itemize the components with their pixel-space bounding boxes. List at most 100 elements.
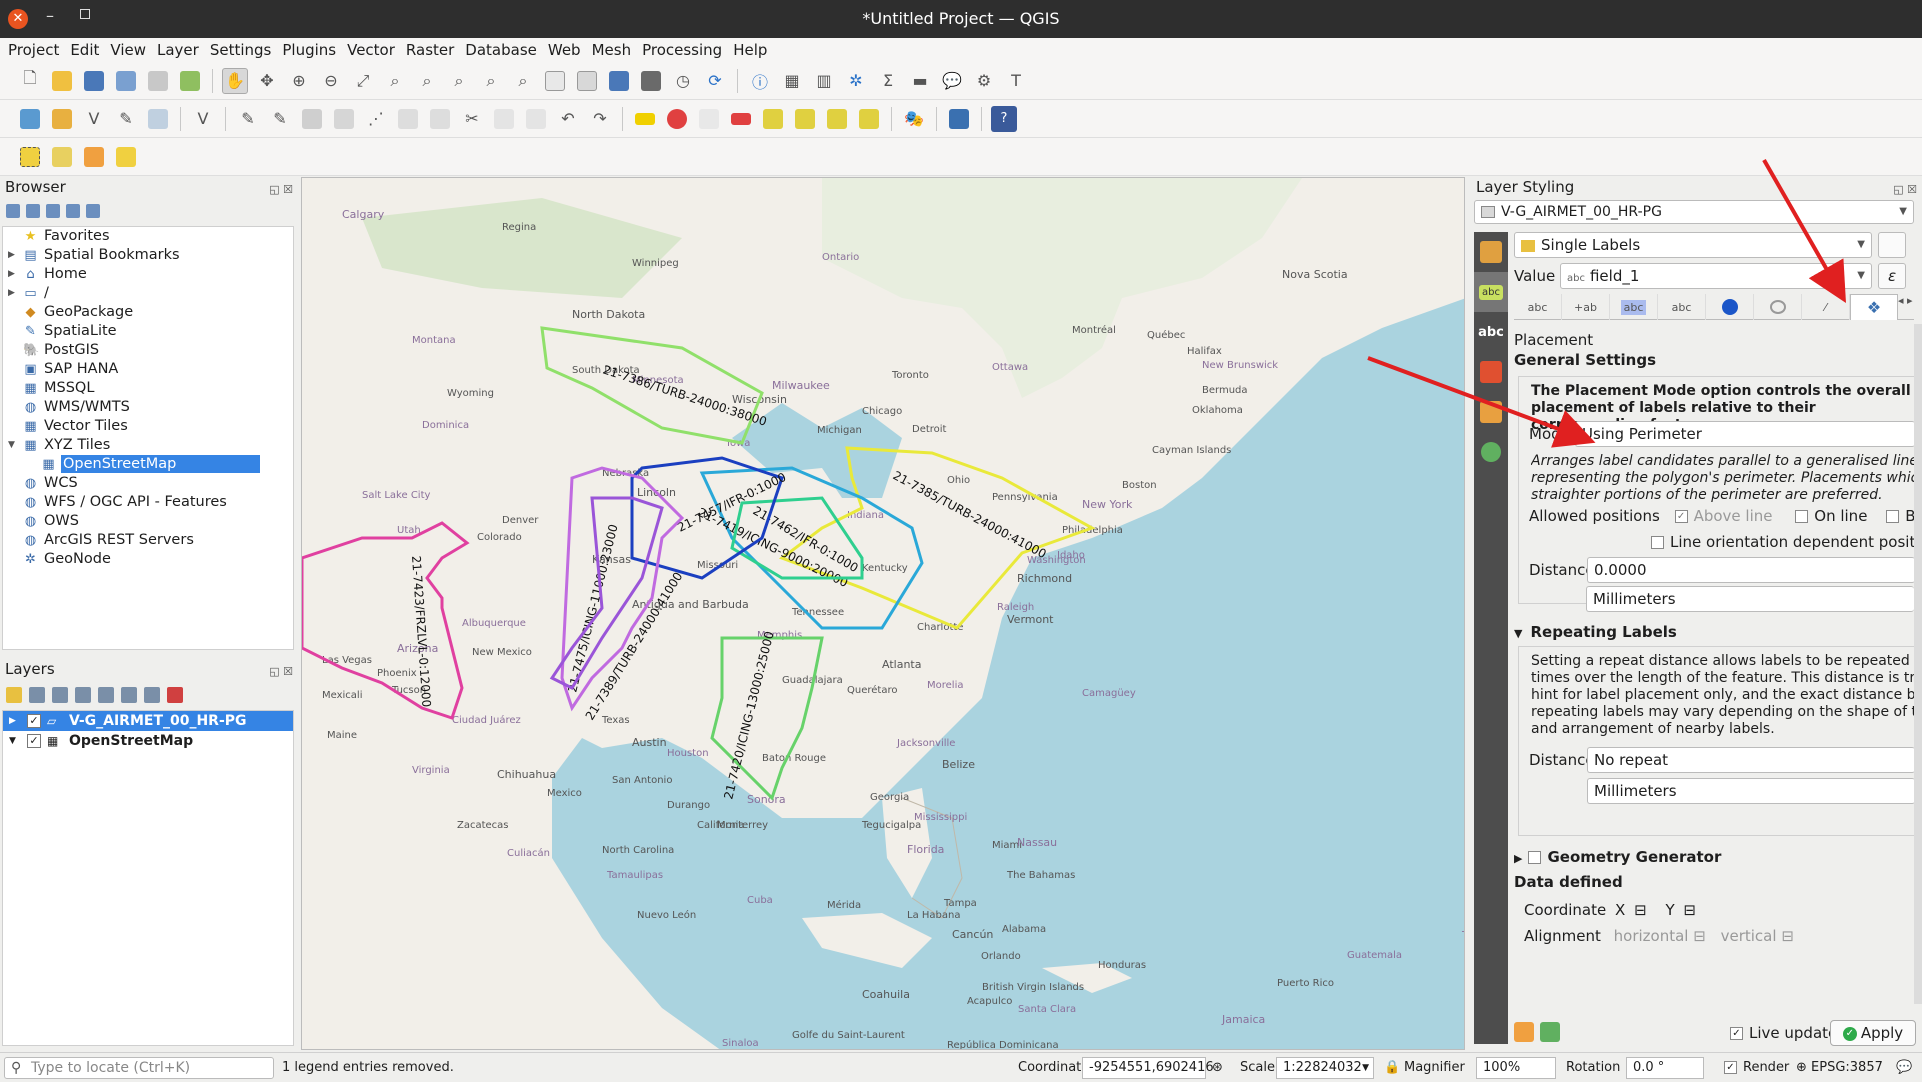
add-feature-icon[interactable]	[331, 106, 357, 132]
filter-expression-icon[interactable]	[98, 687, 114, 703]
new-map-view-icon[interactable]	[542, 68, 568, 94]
browser-item[interactable]: ◍ WCS	[3, 474, 293, 493]
browser-item[interactable]: ▦ Vector Tiles	[3, 417, 293, 436]
pin-labels-icon[interactable]	[696, 106, 722, 132]
browser-item[interactable]: ▶ ▤ Spatial Bookmarks	[3, 246, 293, 265]
collapse-all-icon[interactable]	[66, 204, 80, 218]
browser-item[interactable]: ◆ GeoPackage	[3, 303, 293, 322]
add-group-icon[interactable]	[29, 687, 45, 703]
menu-item[interactable]: Mesh	[588, 41, 636, 59]
browser-item[interactable]: ▶ ⌂ Home	[3, 265, 293, 284]
browser-item[interactable]: ◍ WFS / OGC API - Features	[3, 493, 293, 512]
magnifier-field[interactable]: 100%	[1476, 1057, 1556, 1079]
apply-button[interactable]: ✓ Apply	[1830, 1020, 1916, 1046]
browser-tree[interactable]: ★ Favorites ▶ ▤ Spatial Bookmarks ▶ ⌂ Home ▶ ▭ / ◆ G…	[2, 226, 294, 650]
checkbox-icon[interactable]	[1795, 510, 1809, 523]
copy-features-icon[interactable]	[491, 106, 517, 132]
styling-scrollbar[interactable]	[1914, 324, 1922, 1004]
expand-arrow-icon[interactable]: ▶	[8, 265, 15, 284]
browser-item[interactable]: ▦ MSSQL	[3, 379, 293, 398]
print-layout-icon[interactable]	[145, 68, 171, 94]
expand-arrow-icon[interactable]: ▶	[9, 711, 16, 731]
checkbox-checked-icon[interactable]: ✓	[1674, 510, 1688, 523]
messages-icon[interactable]: 💬	[1896, 1057, 1912, 1079]
menu-item[interactable]: Database	[461, 41, 541, 59]
checkbox-icon[interactable]	[1886, 510, 1900, 523]
map-canvas[interactable]: Calgary Regina Winnipeg Ontario Québec North …	[301, 177, 1465, 1050]
expand-arrow-icon[interactable]: ▼	[9, 731, 16, 751]
panel-float-close-icon[interactable]: ◱ ☒	[269, 179, 293, 201]
collapse-arrow-icon[interactable]: ▼	[1514, 627, 1522, 640]
browser-item[interactable]: ★ Favorites	[3, 227, 293, 246]
select-features-icon[interactable]	[17, 144, 43, 170]
collapse-arrow-icon[interactable]: ▼	[8, 436, 15, 455]
scale-field[interactable]: 1:22824032 ▼	[1276, 1057, 1374, 1079]
layer-item[interactable]: ▼ ✓ ▦ OpenStreetMap	[3, 731, 293, 751]
below-line-option[interactable]: Below	[1886, 507, 1914, 525]
menu-item[interactable]: Web	[544, 41, 585, 59]
text-annotation-icon[interactable]: T	[1003, 68, 1029, 94]
menu-item[interactable]: Help	[729, 41, 771, 59]
vertex-tool-icon[interactable]: ⋰	[363, 106, 389, 132]
add-layer-icon[interactable]	[6, 204, 20, 218]
toolbox-icon[interactable]: ✲	[843, 68, 869, 94]
checkbox-icon[interactable]	[1528, 851, 1542, 864]
orientation-option[interactable]: Line orientation dependent positi	[1651, 531, 1914, 553]
zoom-to-selection-icon[interactable]: ⌕	[382, 68, 408, 94]
show-hide-labels-icon[interactable]	[792, 106, 818, 132]
temporal-controller-icon[interactable]: ◷	[670, 68, 696, 94]
open-project-icon[interactable]	[49, 68, 75, 94]
new-virtual-layer-icon[interactable]	[145, 106, 171, 132]
menu-item[interactable]: Layer	[153, 41, 203, 59]
layer-visibility-checkbox[interactable]: ✓	[27, 714, 41, 728]
select-by-value-icon[interactable]	[49, 144, 75, 170]
save-as-icon[interactable]	[113, 68, 139, 94]
data-defined-override-icon[interactable]: ⊟	[1781, 927, 1794, 945]
browser-item[interactable]: ▶ ▭ /	[3, 284, 293, 303]
bookmark-icon[interactable]	[606, 68, 632, 94]
toggle-extents-icon[interactable]: ⊛	[1212, 1057, 1223, 1079]
deselect-icon[interactable]	[81, 144, 107, 170]
current-edits-icon[interactable]: ✎	[235, 106, 261, 132]
browser-item[interactable]: ✎ SpatiaLite	[3, 322, 293, 341]
new-geopackage-layer-icon[interactable]	[49, 106, 75, 132]
filter-icon[interactable]	[46, 204, 60, 218]
measure-icon[interactable]: ▬	[907, 68, 933, 94]
data-defined-override-icon[interactable]: ⊟	[1683, 901, 1696, 919]
move-label-icon[interactable]	[760, 106, 786, 132]
delete-selected-icon[interactable]	[427, 106, 453, 132]
label-tool-icon[interactable]	[632, 106, 658, 132]
virtual-layer-icon[interactable]: V	[190, 106, 216, 132]
above-line-option[interactable]: ✓ Above line	[1674, 507, 1772, 525]
browser-item[interactable]: ▣ SAP HANA	[3, 360, 293, 379]
data-defined-override-icon[interactable]: ⊟	[1634, 901, 1647, 919]
cut-features-icon[interactable]: ✂	[459, 106, 485, 132]
new-3d-map-icon[interactable]	[574, 68, 600, 94]
distance-units-selector[interactable]: Millimeters	[1586, 586, 1914, 612]
undo-style-icon[interactable]	[1514, 1022, 1534, 1042]
crs-button[interactable]: ⊕ EPSG:3857	[1796, 1057, 1883, 1079]
browser-item[interactable]: ◍ ArcGIS REST Servers	[3, 531, 293, 550]
collapse-all-icon[interactable]	[144, 687, 160, 703]
diagram-tool-icon[interactable]	[664, 106, 690, 132]
style-manager-icon[interactable]	[177, 68, 203, 94]
manage-theme-icon[interactable]	[52, 687, 68, 703]
toggle-editing-icon[interactable]: ✎	[267, 106, 293, 132]
browser-item[interactable]: ◍ WMS/WMTS	[3, 398, 293, 417]
repeating-labels-heading[interactable]: ▼ Repeating Labels	[1514, 620, 1677, 644]
zoom-to-layer-icon[interactable]: ⌕	[414, 68, 440, 94]
expand-arrow-icon[interactable]: ▶	[1514, 852, 1522, 865]
geometry-generator-heading[interactable]: ▶ Geometry Generator	[1514, 845, 1721, 869]
repeat-units-selector[interactable]: Millimeters	[1587, 778, 1914, 804]
tab-scroll-arrows-icon[interactable]: ◂ ▸	[1898, 294, 1913, 307]
python-console-icon[interactable]	[946, 106, 972, 132]
properties-icon[interactable]	[86, 204, 100, 218]
select-icon[interactable]: ⚙	[971, 68, 997, 94]
highlight-labels-icon[interactable]	[728, 106, 754, 132]
layers-tree[interactable]: ▶ ✓ ▱ V-G_AIRMET_00_HR-PG ▼ ✓ ▦ OpenStreetMap	[2, 710, 294, 1046]
lock-scale-icon[interactable]: 🔒	[1384, 1057, 1400, 1079]
browser-item[interactable]: ◍ OWS	[3, 512, 293, 531]
browser-item[interactable]: ✲ GeoNode	[3, 550, 293, 569]
show-bookmarks-icon[interactable]	[638, 68, 664, 94]
data-defined-override-icon[interactable]: ⊟	[1693, 927, 1706, 945]
